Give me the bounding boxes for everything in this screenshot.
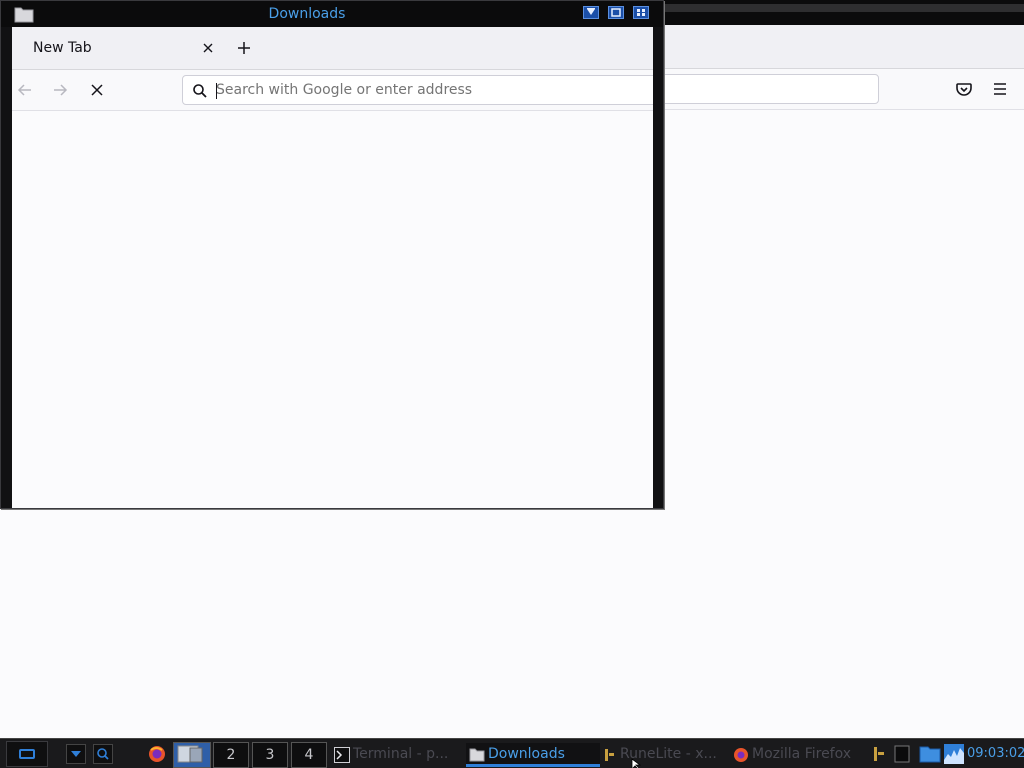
maximize-icon xyxy=(611,8,621,17)
hamburger-menu-icon[interactable] xyxy=(990,79,1010,99)
stop-loading-icon[interactable] xyxy=(87,80,107,100)
file-manager-tray-icon[interactable] xyxy=(919,744,941,764)
folder-icon xyxy=(469,748,485,762)
maximize-button[interactable] xyxy=(608,6,624,19)
minimize-button[interactable] xyxy=(583,6,599,19)
task-label: Mozilla Firefox xyxy=(752,746,852,762)
tab-new-tab[interactable]: New Tab xyxy=(13,31,224,67)
window-title: Downloads xyxy=(268,6,346,22)
task-terminal[interactable]: Terminal - p... xyxy=(331,743,461,767)
workspace-2-button[interactable]: 2 xyxy=(213,742,249,768)
task-firefox[interactable]: Mozilla Firefox xyxy=(730,743,864,767)
back-arrow-icon[interactable] xyxy=(15,80,35,100)
url-input[interactable] xyxy=(216,80,646,100)
search-icon xyxy=(193,84,207,98)
terminal-tray-icon[interactable] xyxy=(893,744,911,764)
clock: 09:03:02 xyxy=(967,746,1024,761)
window-list-dropdown-icon[interactable] xyxy=(66,744,86,764)
firefox-icon xyxy=(734,748,748,762)
menu-icon xyxy=(19,749,35,759)
workspace-1-button[interactable] xyxy=(173,742,211,768)
workspace-thumbnail-icon xyxy=(177,745,203,763)
start-menu-button[interactable] xyxy=(6,741,48,767)
runelite-tray-icon[interactable] xyxy=(870,744,888,764)
runelite-icon xyxy=(605,749,614,761)
close-tab-icon[interactable] xyxy=(201,41,215,55)
task-runelite[interactable]: RuneLite - x... xyxy=(598,743,726,767)
mouse-cursor-icon xyxy=(631,758,642,768)
task-label: Terminal - p... xyxy=(353,746,449,762)
minimize-icon xyxy=(587,8,595,15)
forward-arrow-icon[interactable] xyxy=(50,80,70,100)
cpu-graph-icon xyxy=(944,744,964,764)
browser-content: New Tab xyxy=(12,27,653,508)
taskbar: 2 3 4 Terminal - p... Downloads RuneLite… xyxy=(0,738,1024,768)
terminal-icon xyxy=(334,747,350,763)
firefox-launcher-icon[interactable] xyxy=(147,744,167,764)
close-window-button[interactable] xyxy=(633,6,649,19)
downloads-window: Downloads New Tab xyxy=(0,0,664,509)
app-finder-icon[interactable] xyxy=(93,744,113,764)
url-bar[interactable] xyxy=(182,75,653,105)
task-downloads[interactable]: Downloads xyxy=(466,743,600,767)
workspace-3-button[interactable]: 3 xyxy=(252,742,288,768)
window-titlebar[interactable]: Downloads xyxy=(1,1,663,27)
new-tab-plus-icon[interactable] xyxy=(235,39,253,57)
tab-label: New Tab xyxy=(33,40,92,56)
task-label: Downloads xyxy=(488,746,565,762)
tab-strip: New Tab xyxy=(12,27,653,70)
text-caret xyxy=(216,83,217,99)
nav-toolbar xyxy=(12,70,653,111)
close-icon xyxy=(637,9,645,16)
workspace-4-button[interactable]: 4 xyxy=(291,742,327,768)
pocket-icon[interactable] xyxy=(954,79,974,99)
